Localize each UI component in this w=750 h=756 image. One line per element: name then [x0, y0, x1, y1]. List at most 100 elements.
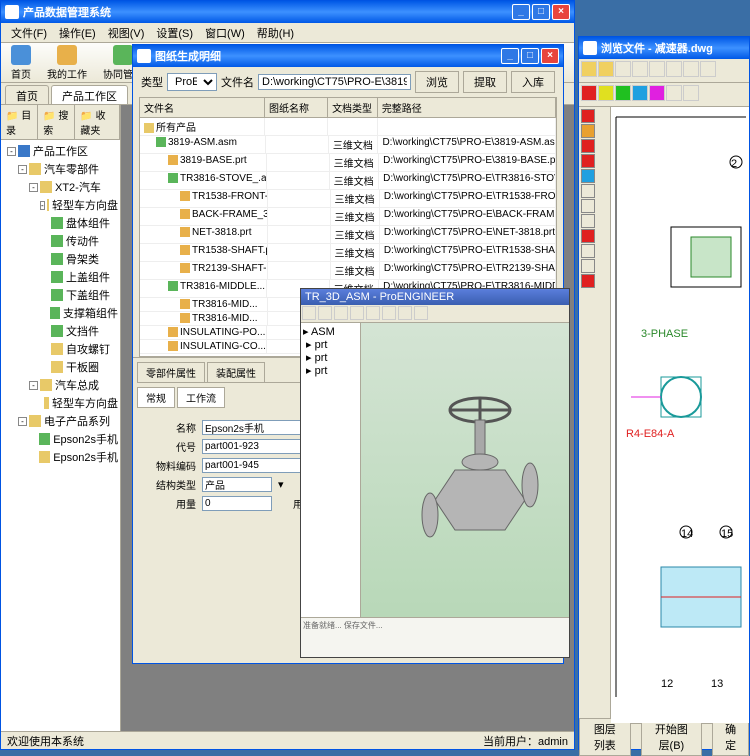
type-select[interactable]: ProE	[167, 73, 217, 91]
tree-node[interactable]: 传动件	[3, 232, 118, 250]
struct-picker-button[interactable]: ▾	[278, 478, 284, 491]
qty-input[interactable]	[202, 496, 272, 511]
property-subtab[interactable]: 工作流	[177, 387, 225, 408]
column-header[interactable]: 图纸名称	[265, 98, 328, 117]
expand-icon[interactable]: -	[18, 165, 27, 174]
viewer-tool-icon[interactable]	[414, 306, 428, 320]
grid-row[interactable]: 所有产品	[140, 118, 556, 136]
column-header[interactable]: 文档类型	[328, 98, 378, 117]
viewer-tool-icon[interactable]	[382, 306, 396, 320]
name-input[interactable]	[202, 420, 312, 435]
browse-button[interactable]: 浏览	[415, 71, 459, 93]
cad-tool-icon[interactable]	[615, 85, 631, 101]
property-tab[interactable]: 装配属性	[207, 362, 265, 382]
minimize-button[interactable]: _	[512, 4, 530, 20]
viewer-tool-icon[interactable]	[318, 306, 332, 320]
cad-tool-icon[interactable]	[666, 85, 682, 101]
dialog-close-button[interactable]: ×	[541, 48, 559, 64]
cad-tool-icon[interactable]	[581, 85, 597, 101]
tree-node[interactable]: -汽车零部件	[3, 160, 118, 178]
draw-hatch-icon[interactable]	[581, 214, 595, 228]
draw-poly-icon[interactable]	[581, 169, 595, 183]
grid-row[interactable]: TR2139-SHAFT-...三维文档D:\working\CT75\PRO-…	[140, 262, 556, 280]
tree-node[interactable]: -轻型车方向盘	[3, 196, 118, 214]
column-header[interactable]: 完整路径	[378, 98, 556, 117]
sidebar-tab[interactable]: 📁 目录	[1, 105, 38, 139]
cad-tool-icon[interactable]	[632, 85, 648, 101]
grid-row[interactable]: 3819-BASE.prt三维文档D:\working\CT75\PRO-E\3…	[140, 154, 556, 172]
grid-row[interactable]: BACK-FRAME_38...三维文档D:\working\CT75\PRO-…	[140, 208, 556, 226]
cad-tool-icon[interactable]	[649, 61, 665, 77]
code-input[interactable]	[202, 439, 312, 454]
draw-rect-icon[interactable]	[581, 154, 595, 168]
menu-item[interactable]: 视图(V)	[102, 23, 151, 42]
cad-canvas[interactable]: 2 3-PHASE R4-E84-A 14 15 12 13	[611, 107, 749, 723]
workspace-tab[interactable]: 产品工作区	[51, 85, 128, 104]
tree-node[interactable]: 文挡件	[3, 322, 118, 340]
cad-tool-icon[interactable]	[598, 85, 614, 101]
tree-node[interactable]: 上盖组件	[3, 268, 118, 286]
tree-node[interactable]: 支撑箱组件	[3, 304, 118, 322]
viewer-tool-icon[interactable]	[398, 306, 412, 320]
cad-tool-icon[interactable]	[649, 85, 665, 101]
tree-node[interactable]: 下盖组件	[3, 286, 118, 304]
cad-tool-icon[interactable]	[615, 61, 631, 77]
sidebar-tab[interactable]: 📁 搜索	[38, 105, 75, 139]
tree-node[interactable]: -汽车总成	[3, 376, 118, 394]
menu-item[interactable]: 操作(E)	[53, 23, 102, 42]
tree-node[interactable]: 自攻螺钉	[3, 340, 118, 358]
menu-item[interactable]: 设置(S)	[150, 23, 199, 42]
viewer-tool-icon[interactable]	[334, 306, 348, 320]
draw-mirror-icon[interactable]	[581, 274, 595, 288]
cad-tool-icon[interactable]	[683, 61, 699, 77]
struct-type-input[interactable]	[202, 477, 272, 492]
dialog-minimize-button[interactable]: _	[501, 48, 519, 64]
draw-rotate-icon[interactable]	[581, 259, 595, 273]
draw-copy-icon[interactable]	[581, 244, 595, 258]
cad-tool-icon[interactable]	[598, 61, 614, 77]
column-header[interactable]: 文件名	[140, 98, 265, 117]
file-input[interactable]	[258, 74, 411, 90]
viewer-tool-icon[interactable]	[302, 306, 316, 320]
cad-tool-icon[interactable]	[632, 61, 648, 77]
menu-item[interactable]: 文件(F)	[5, 23, 53, 42]
draw-line-icon[interactable]	[581, 109, 595, 123]
workspace-tab[interactable]: 首页	[5, 85, 49, 104]
grid-row[interactable]: TR1538-FRONT-...三维文档D:\working\CT75\PRO-…	[140, 190, 556, 208]
menu-item[interactable]: 帮助(H)	[251, 23, 300, 42]
property-subtab[interactable]: 常规	[137, 387, 175, 408]
viewer-tool-icon[interactable]	[366, 306, 380, 320]
expand-icon[interactable]: -	[29, 183, 38, 192]
toolbar-button[interactable]: 首页	[7, 43, 35, 83]
maximize-button[interactable]: □	[532, 4, 550, 20]
viewer-canvas[interactable]	[361, 323, 569, 617]
tree-node[interactable]: -电子产品系列	[3, 412, 118, 430]
viewer-tree[interactable]: ▸ ASM ▸ prt ▸ prt ▸ prt	[301, 323, 361, 617]
store-button[interactable]: 入库	[511, 71, 555, 93]
cad-tool-icon[interactable]	[683, 85, 699, 101]
viewer-tool-icon[interactable]	[350, 306, 364, 320]
tree-node[interactable]: 干板圈	[3, 358, 118, 376]
expand-icon[interactable]: -	[40, 201, 45, 210]
dialog-maximize-button[interactable]: □	[521, 48, 539, 64]
tree-node[interactable]: Epson2s手机	[3, 430, 118, 448]
expand-icon[interactable]: -	[18, 417, 27, 426]
grid-row[interactable]: 3819-ASM.asm三维文档D:\working\CT75\PRO-E\38…	[140, 136, 556, 154]
expand-icon[interactable]: -	[7, 147, 16, 156]
grid-row[interactable]: NET-3818.prt三维文档D:\working\CT75\PRO-E\NE…	[140, 226, 556, 244]
draw-arc-icon[interactable]	[581, 124, 595, 138]
cad-tool-icon[interactable]	[700, 61, 716, 77]
cad-tool-icon[interactable]	[666, 61, 682, 77]
draw-dim-icon[interactable]	[581, 199, 595, 213]
material-input[interactable]	[202, 458, 312, 473]
extract-button[interactable]: 提取	[463, 71, 507, 93]
menu-item[interactable]: 窗口(W)	[199, 23, 251, 42]
tree-node[interactable]: -产品工作区	[3, 142, 118, 160]
property-tab[interactable]: 零部件属性	[137, 362, 205, 382]
tree-node[interactable]: 骨架类	[3, 250, 118, 268]
grid-row[interactable]: TR3816-STOVE_.asm三维文档D:\working\CT75\PRO…	[140, 172, 556, 190]
close-button[interactable]: ×	[552, 4, 570, 20]
sidebar-tab[interactable]: 📁 收藏夹	[75, 105, 120, 139]
tree-node[interactable]: 轻型车方向盘	[3, 394, 118, 412]
draw-circle-icon[interactable]	[581, 139, 595, 153]
